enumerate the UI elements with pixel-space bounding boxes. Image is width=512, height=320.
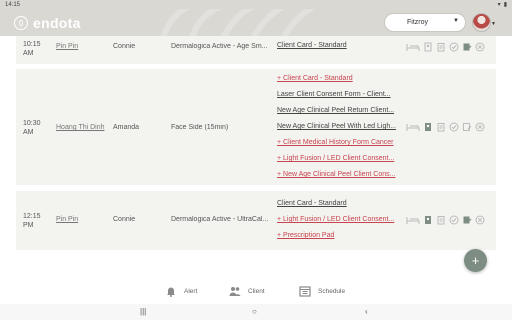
form-icon[interactable] bbox=[423, 122, 433, 132]
nav-client[interactable]: Client bbox=[229, 285, 265, 297]
edit-note-icon[interactable] bbox=[462, 42, 472, 52]
appointment-row[interactable]: 12:15 PM Pin Pin Connie Dermalogica Acti… bbox=[16, 191, 496, 250]
nav-schedule-label: Schedule bbox=[318, 287, 346, 295]
avatar-caret-icon[interactable]: ▼ bbox=[491, 21, 496, 27]
appointment-time: 10:30 AM bbox=[23, 120, 41, 136]
people-icon bbox=[229, 287, 241, 296]
cancel-circle-icon[interactable] bbox=[475, 122, 485, 132]
appointment-row[interactable]: 10:15 AM Pin Pin Connie Dermalogica Acti… bbox=[16, 36, 496, 64]
nav-schedule[interactable]: Schedule bbox=[299, 285, 345, 297]
clipboard-icon[interactable] bbox=[436, 122, 446, 132]
add-appointment-button[interactable]: + bbox=[464, 249, 487, 272]
bottom-nav: Alert Client Schedule bbox=[0, 280, 512, 304]
form-link[interactable]: + New Age Clinical Peel Client Cons... bbox=[277, 169, 402, 181]
logo-mark-icon bbox=[14, 15, 28, 30]
form-link[interactable]: + Prescription Pad bbox=[277, 230, 402, 242]
check-circle-icon[interactable] bbox=[449, 122, 459, 132]
user-avatar[interactable] bbox=[472, 13, 491, 32]
staff-name: Connie bbox=[113, 43, 136, 50]
row-actions bbox=[406, 122, 485, 132]
calendar-icon bbox=[299, 286, 311, 297]
forms-list: Client Card - Standard + Light Fusion / … bbox=[277, 198, 402, 242]
status-bar: 14:15 ▾ ▮ bbox=[0, 0, 512, 9]
nav-alert[interactable]: Alert bbox=[165, 285, 197, 297]
bed-icon[interactable] bbox=[406, 42, 420, 52]
form-link[interactable]: New Age Clinical Peel Return Client... bbox=[277, 105, 402, 117]
staff-name: Connie bbox=[113, 216, 136, 223]
home-icon[interactable]: ○ bbox=[252, 307, 257, 316]
client-name-link[interactable]: Pin Pin bbox=[56, 43, 78, 50]
edit-note-icon[interactable] bbox=[462, 215, 472, 225]
caret-down-icon: ▼ bbox=[453, 18, 459, 24]
forms-list: Client Card - Standard bbox=[277, 40, 402, 52]
check-circle-icon[interactable] bbox=[449, 42, 459, 52]
form-link[interactable]: + Client Medical History Form Cancer bbox=[277, 137, 402, 149]
header-watermark bbox=[160, 9, 316, 36]
appointment-time: 10:15 AM bbox=[23, 41, 41, 57]
form-link[interactable]: Client Card - Standard bbox=[277, 40, 402, 52]
service-name: Face Side (15min) bbox=[171, 124, 229, 131]
location-label: Fitzroy bbox=[407, 19, 428, 26]
form-link[interactable]: + Client Card - Standard bbox=[277, 73, 402, 85]
clipboard-icon[interactable] bbox=[436, 215, 446, 225]
form-link[interactable]: Laser Client Consent Form - Client... bbox=[277, 89, 402, 101]
form-link[interactable]: + Light Fusion / LED Client Consent... bbox=[277, 214, 402, 226]
recent-apps-icon[interactable]: ||| bbox=[140, 307, 146, 316]
app-header: endota Fitzroy ▼ ▼ bbox=[0, 9, 512, 36]
form-link[interactable]: New Age Clinical Peel With Led Ligh... bbox=[277, 121, 402, 133]
row-actions bbox=[406, 215, 485, 225]
staff-name: Amanda bbox=[113, 124, 140, 131]
forms-list: + Client Card - Standard Laser Client Co… bbox=[277, 73, 402, 181]
system-nav-bar: ||| ○ ‹ bbox=[0, 304, 512, 320]
cancel-circle-icon[interactable] bbox=[475, 42, 485, 52]
bell-icon bbox=[167, 287, 175, 297]
form-link[interactable]: Client Card - Standard bbox=[277, 198, 402, 210]
status-time: 14:15 bbox=[5, 1, 21, 8]
client-name-link[interactable]: Pin Pin bbox=[56, 216, 78, 223]
nav-client-label: Client bbox=[248, 287, 265, 295]
logo-text: endota bbox=[33, 14, 81, 31]
cancel-circle-icon[interactable] bbox=[475, 215, 485, 225]
bed-icon[interactable] bbox=[406, 215, 420, 225]
appointment-row[interactable]: 10:30 AM Hoang Thi Dinh Amanda Face Side… bbox=[16, 69, 496, 185]
battery-icon: ▮ bbox=[503, 2, 507, 8]
clipboard-icon[interactable] bbox=[436, 42, 446, 52]
back-icon[interactable]: ‹ bbox=[365, 307, 368, 316]
bed-icon[interactable] bbox=[406, 122, 420, 132]
edit-note-icon[interactable] bbox=[462, 122, 472, 132]
service-name: Dermalogica Active - UltraCal... bbox=[171, 216, 269, 223]
check-circle-icon[interactable] bbox=[449, 215, 459, 225]
client-name-link[interactable]: Hoang Thi Dinh bbox=[56, 124, 105, 131]
appointment-time: 12:15 PM bbox=[23, 213, 41, 229]
row-actions bbox=[406, 42, 485, 52]
nav-alert-label: Alert bbox=[184, 287, 198, 295]
location-dropdown[interactable]: Fitzroy ▼ bbox=[384, 13, 466, 32]
form-icon[interactable] bbox=[423, 215, 433, 225]
form-link[interactable]: + Light Fusion / LED Client Consent... bbox=[277, 153, 402, 165]
wifi-icon: ▾ bbox=[497, 2, 501, 8]
service-name: Dermalogica Active - Age Sm... bbox=[171, 43, 268, 50]
system-icons: ▾ ▮ bbox=[498, 1, 507, 8]
form-icon[interactable] bbox=[423, 42, 433, 52]
endota-logo: endota bbox=[14, 15, 81, 31]
